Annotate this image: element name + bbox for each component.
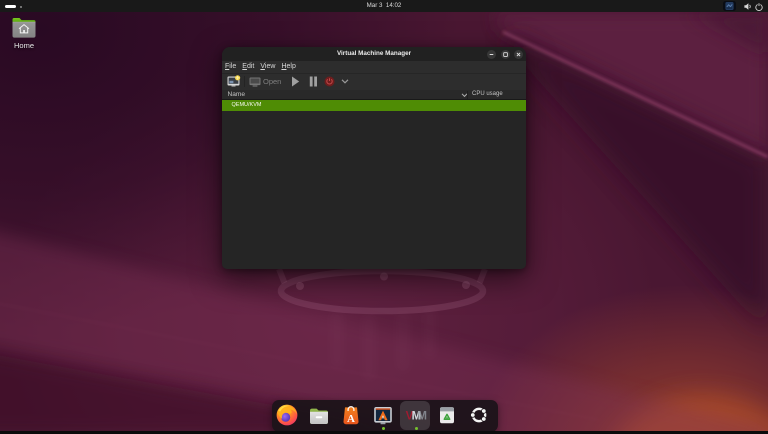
svg-text:A: A — [347, 413, 355, 425]
svg-text:M: M — [417, 411, 427, 423]
